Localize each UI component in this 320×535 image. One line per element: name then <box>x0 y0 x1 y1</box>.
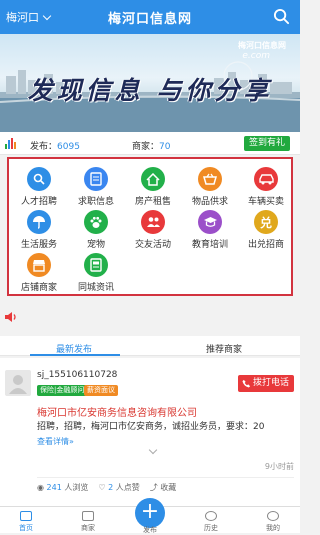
store-icon <box>82 511 94 521</box>
share-icon: ⤴ <box>149 483 158 492</box>
active-tab-indicator <box>30 354 120 356</box>
exchange-icon: 兑 <box>254 210 278 234</box>
merchants-stat: 商家：70 <box>132 142 171 152</box>
thumbs-up-icon: ♡ <box>98 483 106 492</box>
eye-icon: ◉ <box>37 483 44 492</box>
signin-button[interactable]: 签到有礼 <box>243 136 290 151</box>
phone-icon <box>242 379 251 388</box>
announcement-bar <box>0 296 300 336</box>
category-life-services[interactable]: 生活服务 <box>11 210 67 250</box>
category-label: 生活服务 <box>20 240 57 250</box>
post-username[interactable]: sj_155106110728 <box>37 370 117 380</box>
bar-chart-icon <box>5 138 16 149</box>
likes-count: 2 <box>108 483 114 492</box>
category-goods[interactable]: 物品供求 <box>182 167 238 207</box>
category-social[interactable]: 交友活动 <box>125 210 181 250</box>
people-icon <box>141 210 165 234</box>
views-count: 241 <box>46 483 62 492</box>
paw-icon <box>84 210 108 234</box>
category-label: 出兑招商 <box>247 240 284 250</box>
top-bar: 梅河口 梅河口信息网 <box>0 0 300 34</box>
news-icon <box>84 253 108 277</box>
category-label: 教育培训 <box>191 240 228 250</box>
salary-badge: 薪资面议 <box>84 385 118 396</box>
category-pets[interactable]: 宠物 <box>68 210 124 250</box>
call-label: 拨打电话 <box>252 378 289 388</box>
call-button[interactable]: 拨打电话 <box>237 375 294 392</box>
document-icon <box>84 167 108 191</box>
merchants-count: 70 <box>159 142 171 152</box>
expand-chevron-icon[interactable] <box>148 445 158 455</box>
nav-mine[interactable]: 我的 <box>253 511 293 533</box>
post-company[interactable]: 梅河口市亿安商务信息咨询有限公司 <box>37 404 197 419</box>
posts-stat: 发布：6095 <box>30 142 80 152</box>
category-label: 物品供求 <box>191 197 228 207</box>
category-label: 人才招聘 <box>20 197 57 207</box>
category-label: 交友活动 <box>134 240 171 250</box>
nav-merchant[interactable]: 商家 <box>68 511 108 533</box>
app-title: 梅河口信息网 <box>107 12 192 27</box>
tab-recommended[interactable]: 推荐商家 <box>206 342 242 355</box>
post-time: 9小时前 <box>264 462 294 471</box>
posts-count: 6095 <box>57 142 80 152</box>
category-local-news[interactable]: 同城资讯 <box>68 253 124 293</box>
publish-button[interactable]: + <box>135 498 165 528</box>
category-badge: 保险|金融顾问 <box>37 385 88 396</box>
category-label: 房产租售 <box>134 197 171 207</box>
category-label: 店铺商家 <box>20 283 57 293</box>
stats-bar: 发布：6095 商家：70 签到有礼 <box>0 132 300 155</box>
category-vehicles[interactable]: 车辆买卖 <box>238 167 294 207</box>
banner-slogan: 发现信息 与你分享 <box>27 76 273 105</box>
category-grid: 人才招聘 求职信息 房产租售 物品供求 车辆买卖 生活服务 宠物 交友活动 教育… <box>7 157 293 296</box>
clock-icon <box>205 511 217 521</box>
view-details-link[interactable]: 查看详情» <box>37 436 74 447</box>
category-label: 求职信息 <box>77 197 114 207</box>
umbrella-icon <box>27 210 51 234</box>
category-job-seeking[interactable]: 求职信息 <box>68 167 124 207</box>
basket-icon <box>198 167 222 191</box>
publish-label: 发布 <box>143 526 157 534</box>
likes-metric[interactable]: ♡ 2 人点赞 <box>98 482 139 493</box>
avatar[interactable] <box>5 370 31 396</box>
category-label: 车辆买卖 <box>247 197 284 207</box>
car-icon <box>254 167 278 191</box>
speaker-icon <box>5 312 16 322</box>
post-description: 招聘，招聘，梅河口市亿安商务，诚招业务员，要求：20 <box>37 422 265 432</box>
home-icon <box>20 511 32 521</box>
banner-logo: 梅河口信息网 <box>238 41 286 50</box>
shop-icon <box>27 253 51 277</box>
nav-home[interactable]: 首页 <box>6 511 46 533</box>
banner-logo-sub: e.com <box>242 51 270 61</box>
category-label: 同城资讯 <box>77 283 114 293</box>
favorite-button[interactable]: ⤴ 收藏 <box>150 482 177 493</box>
graduation-cap-icon <box>198 210 222 234</box>
views-metric: ◉ 241 人浏览 <box>37 483 89 492</box>
banner[interactable]: 发现信息 与你分享 梅河口信息网 e.com <box>0 34 300 132</box>
house-icon <box>141 167 165 191</box>
category-education[interactable]: 教育培训 <box>182 210 238 250</box>
user-icon <box>267 511 279 521</box>
category-recruitment[interactable]: 人才招聘 <box>11 167 67 207</box>
search-icon[interactable] <box>273 8 290 25</box>
nav-history[interactable]: 历史 <box>191 511 231 533</box>
person-icon <box>27 167 51 191</box>
post-card[interactable]: sj_155106110728 保险|金融顾问 薪资面议 拨打电话 梅河口市亿安… <box>0 358 300 506</box>
listing-tabs: 最新发布 推荐商家 <box>0 336 300 356</box>
post-metrics: ◉ 241 人浏览 ♡ 2 人点赞 ⤴ 收藏 <box>37 477 294 493</box>
category-real-estate[interactable]: 房产租售 <box>125 167 181 207</box>
category-label: 宠物 <box>86 240 105 250</box>
category-transfer[interactable]: 兑 出兑招商 <box>238 210 294 250</box>
category-shops[interactable]: 店铺商家 <box>11 253 67 293</box>
